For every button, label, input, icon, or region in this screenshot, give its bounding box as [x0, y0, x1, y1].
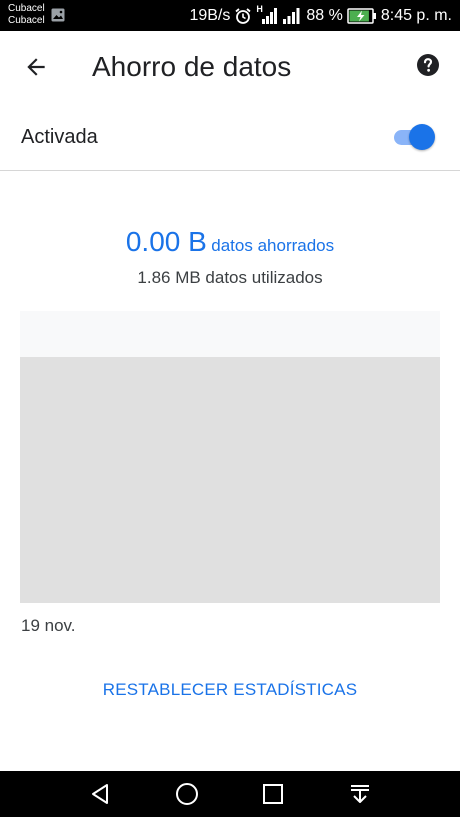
app-bar: Ahorro de datos [0, 31, 460, 103]
network-speed: 19B/s [189, 6, 231, 24]
saved-text: datos ahorrados [211, 236, 335, 255]
notification-pulldown-icon [351, 785, 369, 803]
gallery-icon [51, 8, 65, 22]
back-triangle-icon [92, 784, 108, 804]
signal-with-network-type: H [256, 4, 278, 26]
page-title: Ahorro de datos [92, 51, 292, 82]
help-button[interactable] [410, 47, 446, 83]
clock: 8:45 p. m. [380, 6, 452, 24]
screen: Cubacel Cubacel 19B/s H 88 % 8:45 p. m. … [0, 0, 460, 817]
chart-date-label: 19 nov. [21, 616, 76, 635]
usage-chart [20, 311, 440, 603]
signal-icon-2 [283, 7, 300, 24]
navigation-bar [0, 771, 460, 817]
saved-amount: 0.00 B [125, 226, 207, 257]
home-circle-icon [176, 783, 198, 805]
carrier-2: Cubacel [8, 15, 45, 26]
nav-notification-button[interactable] [344, 779, 376, 809]
battery-charging-icon [347, 7, 376, 24]
carrier-names: Cubacel Cubacel [8, 3, 45, 27]
arrow-back-icon [27, 58, 45, 76]
nav-home-button[interactable] [171, 779, 203, 809]
carrier-1: Cubacel [8, 3, 45, 14]
nav-back-button[interactable] [84, 779, 116, 809]
switch-thumb [409, 124, 435, 150]
data-saver-toggle-row[interactable]: Activada [0, 103, 460, 171]
back-button[interactable] [14, 45, 58, 89]
data-saver-switch[interactable] [394, 122, 438, 152]
status-bar: Cubacel Cubacel 19B/s H 88 % 8:45 p. m. [0, 0, 460, 31]
status-indicators: 19B/s H 88 % 8:45 p. m. [189, 0, 452, 31]
battery-percent: 88 % [306, 6, 343, 24]
chart-header-band [20, 311, 440, 357]
chart-area [20, 357, 440, 603]
signal-icon-1 [262, 7, 278, 24]
data-saved-summary: 0.00 B datos ahorrados [0, 226, 460, 258]
alarm-icon [235, 7, 251, 24]
toggle-label: Activada [21, 126, 98, 148]
data-used-text: 1.86 MB datos utilizados [137, 268, 323, 287]
nav-recents-button[interactable] [257, 779, 289, 809]
recents-square-icon [263, 784, 283, 804]
help-circle-icon [417, 54, 439, 76]
reset-statistics-button[interactable]: RESTABLECER ESTADÍSTICAS [0, 680, 460, 700]
